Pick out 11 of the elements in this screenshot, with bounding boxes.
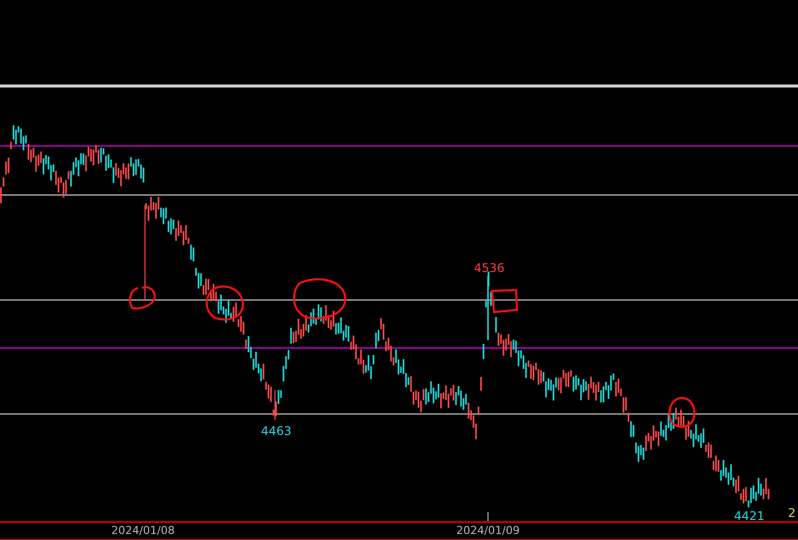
hand-drawn-annotation — [668, 397, 696, 428]
hand-drawn-annotation — [293, 278, 346, 320]
price-label: 4536 — [474, 261, 505, 275]
date-label: 2024/01/08 — [111, 524, 175, 538]
price-label: 4463 — [261, 424, 292, 438]
hand-drawn-annotation — [490, 288, 518, 314]
price-label: 2 — [788, 506, 796, 520]
hand-drawn-annotation — [129, 286, 156, 310]
date-label: 2024/01/09 — [456, 524, 520, 538]
hand-drawn-annotation — [206, 286, 244, 320]
price-label: 4421 — [734, 509, 765, 521]
